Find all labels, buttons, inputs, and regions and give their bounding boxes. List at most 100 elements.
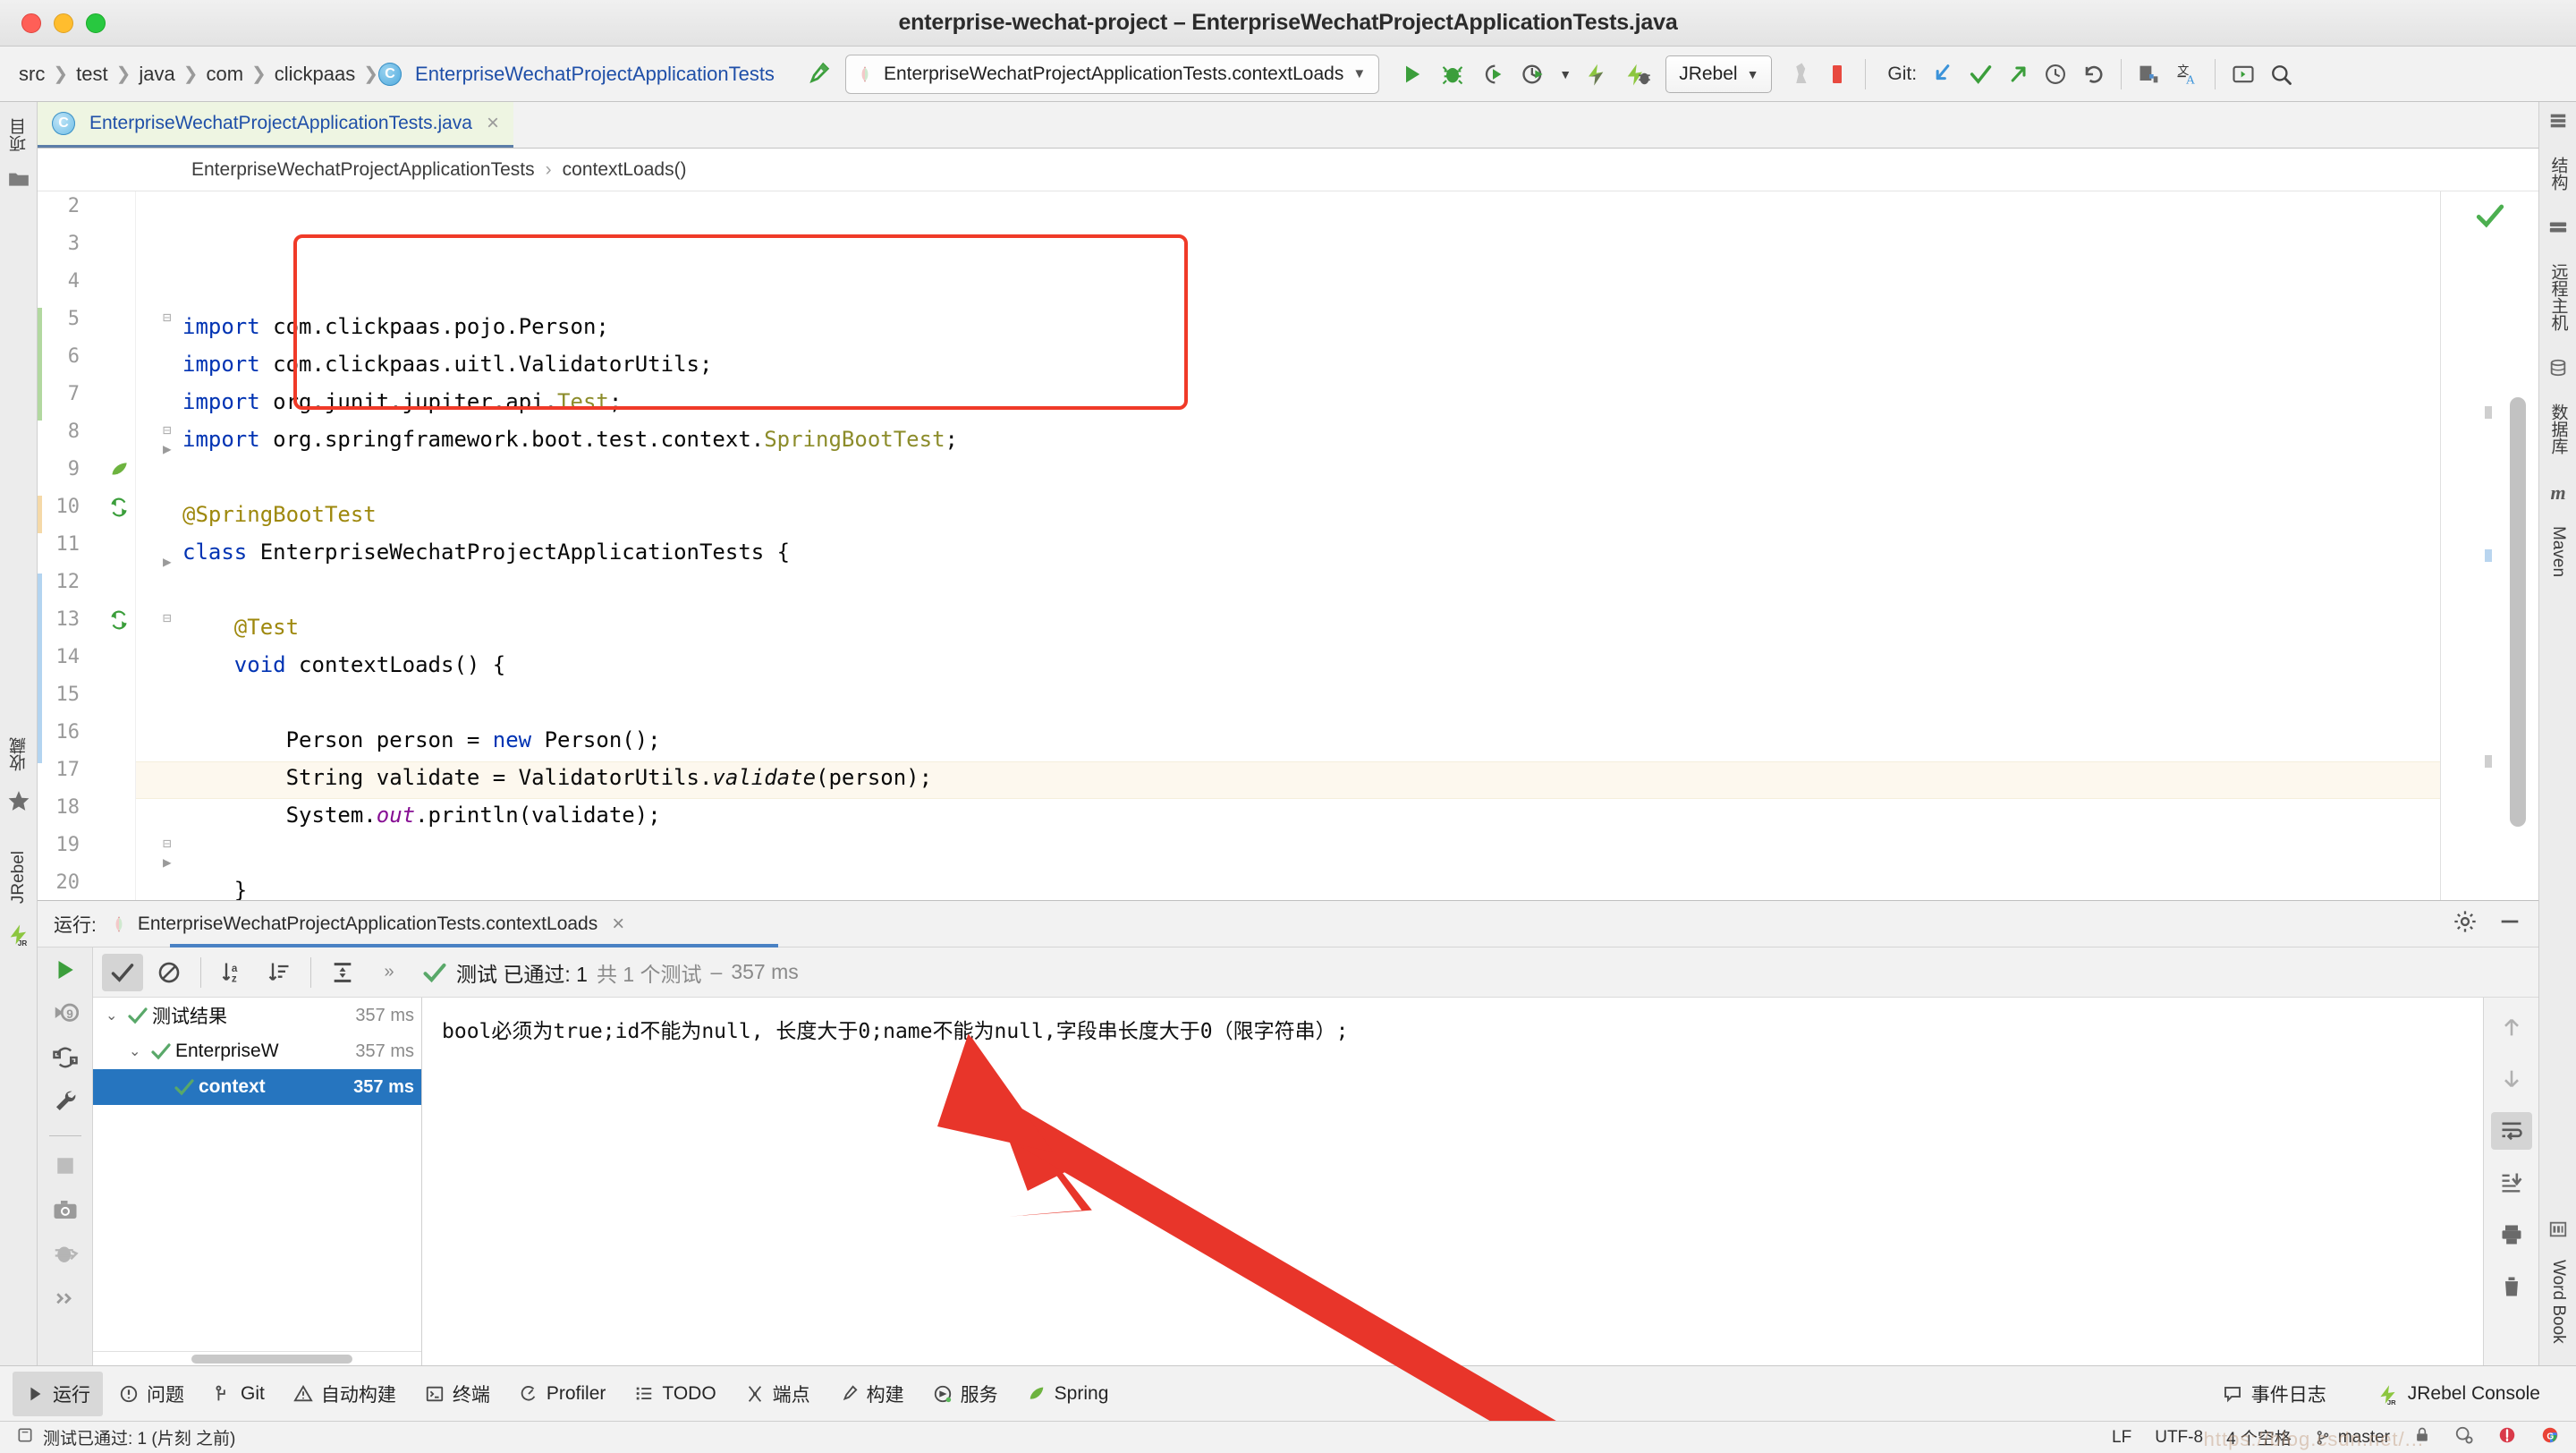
word-book-icon[interactable]: [2548, 1219, 2568, 1244]
sort-by-duration-icon[interactable]: [258, 954, 300, 991]
console-output-panel[interactable]: bool必须为true;id不能为null, 长度大于0;name不能为null…: [422, 998, 2483, 1365]
show-passed-icon[interactable]: [102, 954, 143, 991]
sidebar-item-database[interactable]: 数据库: [2546, 395, 2571, 463]
tool-window-button-build[interactable]: 构建: [826, 1372, 917, 1416]
inspections-icon[interactable]: [2454, 1425, 2474, 1450]
test-tree-hscrollbar[interactable]: [93, 1351, 421, 1365]
run-configuration-selector[interactable]: EnterpriseWechatProjectApplicationTests.…: [845, 55, 1379, 94]
tool-window-button-spring-leaf[interactable]: Spring: [1014, 1372, 1122, 1416]
breadcrumb-src[interactable]: src: [11, 63, 53, 86]
event-log-button[interactable]: 事件日志: [2209, 1372, 2339, 1416]
clear-all-icon[interactable]: [2491, 1268, 2532, 1305]
code-line[interactable]: class EnterpriseWechatProjectApplication…: [182, 533, 2440, 571]
tool-window-button-profiler[interactable]: Profiler: [506, 1372, 619, 1416]
rerun-failed-icon[interactable]: 9: [52, 1000, 79, 1032]
code-line[interactable]: [182, 684, 2440, 721]
code-line[interactable]: System.out.println(validate);: [182, 796, 2440, 834]
tool-window-button-endpoints[interactable]: 端点: [733, 1372, 823, 1416]
editor-vertical-scrollbar[interactable]: [2510, 397, 2526, 827]
search-everywhere-icon[interactable]: [2262, 55, 2300, 93]
scroll-down-icon[interactable]: [2491, 1060, 2532, 1098]
expand-collapse-icon[interactable]: [322, 954, 363, 991]
expand-icon[interactable]: [52, 1284, 79, 1315]
breadcrumb-clickpaas[interactable]: clickpaas: [267, 63, 363, 86]
gear-icon[interactable]: [2453, 909, 2478, 939]
chevron-down-icon[interactable]: ⌄: [106, 1007, 127, 1024]
more-icon[interactable]: »: [369, 954, 410, 991]
attach-icon[interactable]: [1781, 55, 1818, 93]
code-line[interactable]: [182, 458, 2440, 496]
breadcrumb-method[interactable]: contextLoads(): [563, 159, 687, 181]
code-line[interactable]: @SpringBootTest: [182, 496, 2440, 533]
code-line[interactable]: String validate = ValidatorUtils.validat…: [182, 759, 2440, 796]
status-message[interactable]: 测试已通过: 1 (片刻 之前): [43, 1425, 235, 1449]
tool-window-button-terminal[interactable]: 终端: [412, 1372, 503, 1416]
rerun-auto-icon[interactable]: [52, 1044, 79, 1075]
soft-wrap-icon[interactable]: [2491, 1112, 2532, 1150]
breadcrumb-com[interactable]: com: [198, 63, 251, 86]
sidebar-item-maven[interactable]: Maven: [2548, 517, 2568, 586]
breadcrumb-java[interactable]: java: [131, 63, 182, 86]
sidebar-item-jrebel[interactable]: JRebel: [9, 842, 29, 913]
lock-icon[interactable]: [2413, 1426, 2431, 1449]
translate-icon[interactable]: 文A: [2168, 55, 2206, 93]
code-line[interactable]: [182, 834, 2440, 871]
sidebar-item-favorites[interactable]: 收藏: [7, 728, 31, 780]
build-icon[interactable]: [799, 55, 836, 93]
line-separator-label[interactable]: LF: [2112, 1428, 2131, 1448]
run-panel-tab[interactable]: EnterpriseWechatProjectApplicationTests.…: [109, 912, 624, 937]
sidebar-item-word-book[interactable]: Word Book: [2548, 1251, 2568, 1353]
notification-icon[interactable]: [16, 1426, 34, 1449]
remote-host-icon[interactable]: [2548, 217, 2568, 242]
breadcrumb-class[interactable]: EnterpriseWechatProjectApplicationTests: [407, 63, 783, 86]
print-icon[interactable]: [2491, 1216, 2532, 1253]
google-icon[interactable]: G: [2540, 1425, 2560, 1450]
sidebar-item-structure[interactable]: 结构: [2546, 148, 2571, 200]
code-line[interactable]: void contextLoads() {: [182, 646, 2440, 684]
run-test-class-icon[interactable]: [107, 496, 131, 519]
code-editor[interactable]: 23456789101112131415161718192021 ⊟ ⊟ ▶ ▶…: [38, 191, 2538, 900]
editor-gutter[interactable]: 23456789101112131415161718192021 ⊟ ⊟ ▶ ▶…: [38, 191, 136, 900]
git-update-icon[interactable]: [1924, 55, 1962, 93]
maven-icon[interactable]: m: [2550, 481, 2565, 505]
chevron-down-icon[interactable]: ▼: [1747, 67, 1759, 81]
close-icon[interactable]: ×: [487, 111, 499, 136]
code-content[interactable]: import com.clickpaas.pojo.Person;import …: [136, 191, 2440, 900]
hide-ignored-icon[interactable]: [148, 954, 190, 991]
rerun-icon[interactable]: [52, 956, 79, 988]
test-tree-row[interactable]: ⌄测试结果357 ms: [93, 998, 421, 1033]
chevron-down-icon[interactable]: ⌄: [129, 1042, 150, 1060]
open-in-browser-icon[interactable]: [2131, 55, 2168, 93]
minimize-icon[interactable]: [2497, 909, 2522, 939]
stop-icon[interactable]: [1818, 55, 1856, 93]
chevron-down-icon[interactable]: ▼: [1555, 55, 1576, 93]
code-line[interactable]: import org.springframework.boot.test.con…: [182, 421, 2440, 458]
stop-icon[interactable]: [52, 1152, 79, 1184]
editor-tab-file[interactable]: C EnterpriseWechatProjectApplicationTest…: [38, 102, 513, 148]
indent-label[interactable]: 4 个空格: [2226, 1425, 2292, 1449]
git-branch-label[interactable]: master: [2338, 1428, 2390, 1448]
star-icon[interactable]: [7, 789, 30, 817]
run-icon[interactable]: [1394, 55, 1431, 93]
chevron-down-icon[interactable]: ▼: [1352, 66, 1366, 81]
spring-bean-icon[interactable]: [107, 458, 131, 481]
git-push-icon[interactable]: [1999, 55, 2037, 93]
settings-wrench-icon[interactable]: [52, 1088, 79, 1119]
jrebel-run-icon[interactable]: [1579, 55, 1616, 93]
run-test-method-icon[interactable]: [107, 608, 131, 632]
scroll-to-end-icon[interactable]: [2491, 1164, 2532, 1202]
tool-window-button-git[interactable]: Git: [200, 1372, 277, 1416]
scroll-up-icon[interactable]: [2491, 1008, 2532, 1046]
jrebel-debug-icon[interactable]: [1619, 55, 1657, 93]
test-tree-row[interactable]: context357 ms: [93, 1069, 421, 1105]
tool-window-button-run[interactable]: 运行: [13, 1372, 103, 1416]
notifications-icon[interactable]: [2497, 1425, 2517, 1450]
run-with-coverage-icon[interactable]: [1474, 55, 1512, 93]
screenshot-icon[interactable]: [52, 1196, 79, 1228]
structure-icon[interactable]: [2548, 111, 2568, 135]
debug-icon[interactable]: [1434, 55, 1471, 93]
sidebar-item-project[interactable]: 项目: [7, 109, 31, 161]
terminal-icon[interactable]: [2224, 55, 2262, 93]
history-icon[interactable]: [2037, 55, 2074, 93]
profile-icon[interactable]: [1514, 55, 1552, 93]
